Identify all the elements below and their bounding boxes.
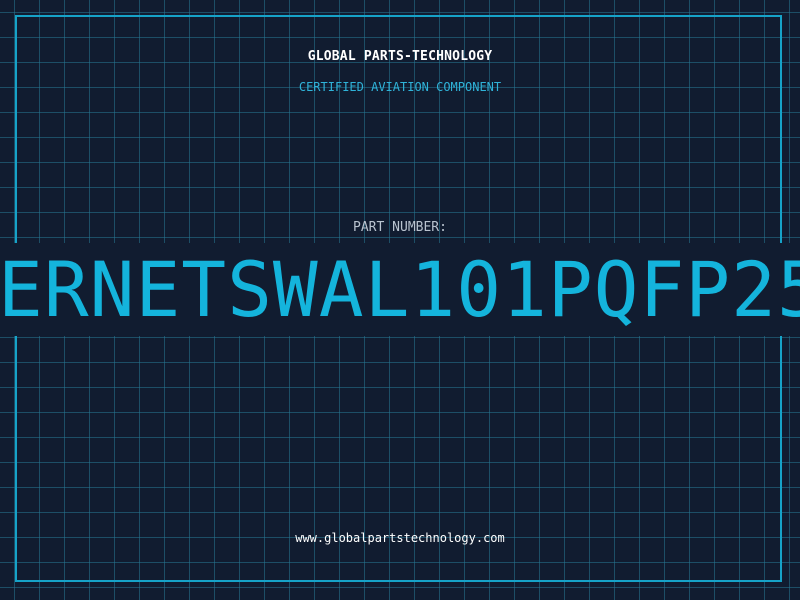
part-number-label: PART NUMBER: bbox=[353, 220, 447, 235]
company-name: GLOBAL PARTS-TECHNOLOGY bbox=[307, 49, 493, 64]
website-url: www.globalpartstechnology.com bbox=[295, 531, 505, 545]
part-number-value: ERNETSWAL101PQFP25 bbox=[0, 245, 800, 334]
certification-subtitle: CERTIFIED AVIATION COMPONENT bbox=[298, 80, 502, 94]
part-label-card: GLOBAL PARTS-TECHNOLOGY CERTIFIED AVIATI… bbox=[0, 0, 800, 600]
